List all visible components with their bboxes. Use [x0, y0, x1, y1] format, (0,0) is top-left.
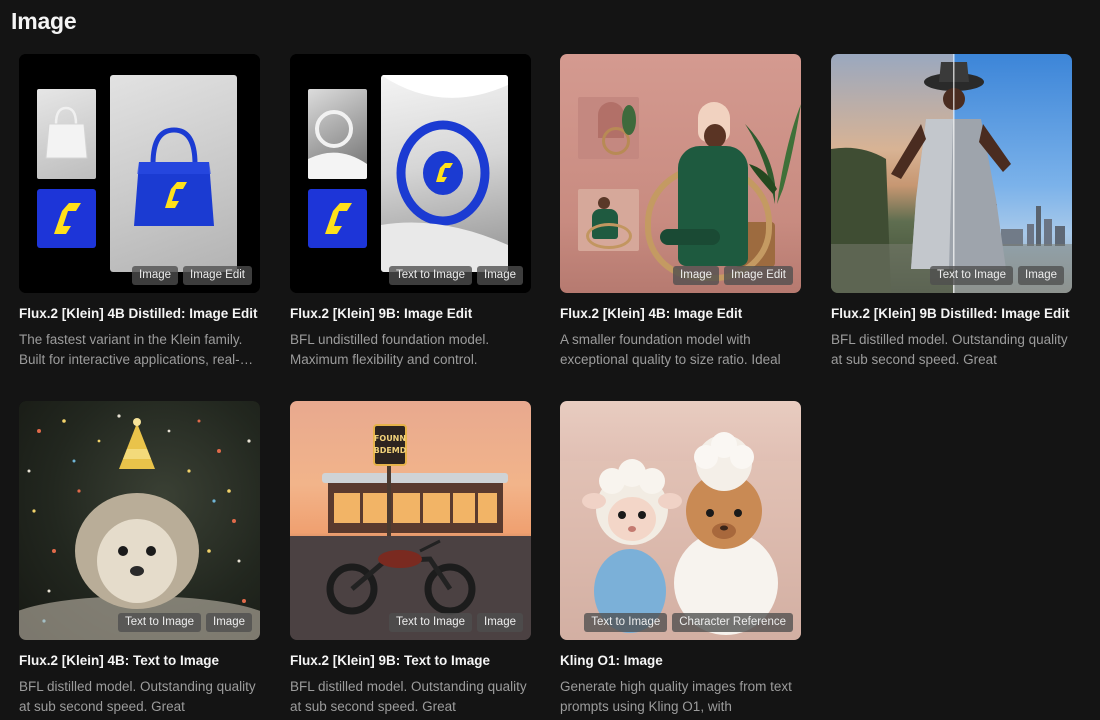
tag: Text to Image	[584, 613, 668, 632]
svg-text:BDEMD: BDEMD	[374, 446, 407, 455]
card-description: Generate high quality images from text p…	[560, 679, 792, 714]
svg-text:FOUNN: FOUNN	[374, 434, 406, 443]
tag: Text to Image	[117, 613, 202, 632]
card-title[interactable]: Flux.2 [Klein] 9B: Text to Image	[290, 653, 531, 668]
tag: Image	[477, 613, 523, 632]
card-description: A smaller foundation model with exceptio…	[560, 332, 781, 367]
model-card-klein-9b-edit[interactable]: Text to Image Image Flux.2 [Klein] 9B: I…	[290, 54, 531, 370]
card-description: BFL distilled model. Outstanding quality…	[19, 679, 256, 714]
tag: Text to Image	[388, 266, 473, 285]
model-card-kling-o1-image[interactable]: Text to Image Character Reference Kling …	[560, 401, 801, 717]
model-card-klein-9b-distilled-edit[interactable]: Text to Image Image Flux.2 [Klein] 9B Di…	[831, 54, 1072, 370]
sheep-and-capybara-image	[560, 401, 801, 640]
section-title: Image	[11, 8, 77, 34]
card-thumbnail[interactable]: Text to Image Character Reference	[560, 401, 801, 640]
tag-list: Image Image Edit	[673, 266, 793, 285]
card-description: BFL undistilled foundation model. Maximu…	[290, 332, 490, 367]
card-title[interactable]: Flux.2 [Klein] 9B Distilled: Image Edit	[831, 306, 1072, 321]
tag-list: Text to Image Image	[388, 613, 523, 632]
diner-motorcycle-image: FOUNN BDEMD	[290, 401, 531, 640]
tag-list: Text to Image Image	[929, 266, 1064, 285]
tag-list: Text to Image Character Reference	[584, 613, 793, 632]
card-title[interactable]: Flux.2 [Klein] 4B: Text to Image	[19, 653, 260, 668]
tag: Image	[1018, 266, 1064, 285]
card-thumbnail[interactable]: Image Image Edit	[560, 54, 801, 293]
card-thumbnail[interactable]: Text to Image Image	[19, 401, 260, 640]
tag: Image	[206, 613, 252, 632]
hedgehog-party-hat-image	[19, 401, 260, 640]
model-card-klein-9b-text-to-image[interactable]: FOUNN BDEMD Text to Image Image Flux.2 […	[290, 401, 531, 717]
image-models-page: Image Image Image Edit Flux.2 [Klein] 4B…	[0, 0, 1100, 720]
tag: Text to Image	[929, 266, 1014, 285]
card-thumbnail[interactable]: Image Image Edit	[19, 54, 260, 293]
card-title[interactable]: Flux.2 [Klein] 4B Distilled: Image Edit	[19, 306, 260, 321]
tag: Image Edit	[724, 266, 793, 285]
tag-list: Text to Image Image	[388, 266, 523, 285]
tag: Image	[673, 266, 720, 285]
tag: Image	[477, 266, 523, 285]
card-description: The fastest variant in the Klein family.…	[19, 332, 243, 367]
tag-list: Image Image Edit	[132, 266, 252, 285]
model-card-klein-4b-edit[interactable]: Image Image Edit Flux.2 [Klein] 4B: Imag…	[560, 54, 801, 370]
model-card-klein-4b-text-to-image[interactable]: Text to Image Image Flux.2 [Klein] 4B: T…	[19, 401, 260, 717]
card-thumbnail[interactable]: Text to Image Image	[831, 54, 1072, 293]
card-title[interactable]: Flux.2 [Klein] 9B: Image Edit	[290, 306, 531, 321]
tag: Character Reference	[672, 613, 793, 632]
handbag-edit-image	[19, 54, 260, 293]
card-description: BFL distilled model. Outstanding quality…	[290, 679, 527, 714]
woman-in-chair-image	[560, 54, 801, 293]
card-description: BFL distilled model. Outstanding quality…	[831, 332, 1068, 367]
fashion-skyline-image	[831, 54, 1072, 293]
model-card-klein-4b-distilled-edit[interactable]: Image Image Edit Flux.2 [Klein] 4B Disti…	[19, 54, 260, 370]
card-title[interactable]: Kling O1: Image	[560, 653, 801, 668]
tag: Image	[132, 266, 179, 285]
card-thumbnail[interactable]: FOUNN BDEMD Text to Image Image	[290, 401, 531, 640]
card-thumbnail[interactable]: Text to Image Image	[290, 54, 531, 293]
car-steering-wheel-image	[290, 54, 531, 293]
tag: Text to Image	[388, 613, 473, 632]
tag: Image Edit	[183, 266, 252, 285]
card-title[interactable]: Flux.2 [Klein] 4B: Image Edit	[560, 306, 801, 321]
tag-list: Text to Image Image	[117, 613, 252, 632]
